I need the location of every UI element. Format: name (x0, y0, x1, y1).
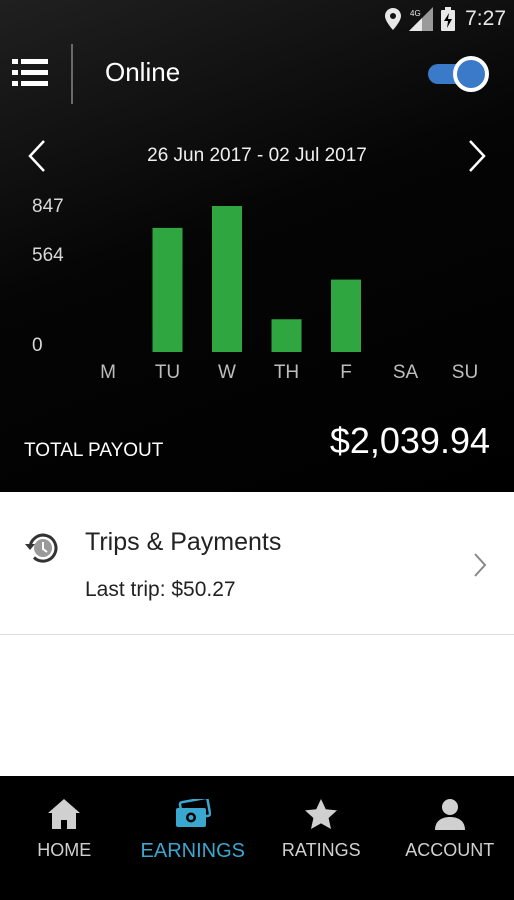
next-week-button[interactable] (460, 138, 490, 174)
header-divider (71, 44, 73, 104)
x-tick-label-sa: SA (393, 362, 419, 383)
x-tick-label-m: M (100, 362, 116, 383)
x-tick-label-w: W (218, 362, 236, 383)
bar-th (271, 319, 302, 352)
bar-f (331, 279, 361, 352)
bar-w (212, 206, 242, 352)
y-tick-label: 0 (32, 335, 43, 356)
battery-icon (441, 7, 456, 31)
y-tick-label: 847 (32, 196, 64, 217)
location-icon (385, 8, 402, 30)
nav-ratings[interactable]: RATINGS (257, 776, 386, 900)
online-status-label: Online (105, 57, 181, 87)
nav-earnings-label: EARNINGS (140, 840, 245, 862)
last-trip-amount: Last trip: $50.27 (85, 578, 236, 601)
nav-account[interactable]: ACCOUNT (386, 776, 514, 900)
network-type-label: 4G (410, 9, 421, 18)
x-tick-label-th: TH (274, 362, 299, 383)
x-tick-label-f: F (340, 362, 352, 383)
chevron-right-icon (470, 550, 490, 580)
status-bar: 4G 7:27 (385, 0, 514, 38)
menu-icon[interactable] (12, 56, 48, 90)
trips-payments-row[interactable] (0, 492, 514, 635)
nav-home[interactable]: HOME (0, 776, 129, 900)
signal-icon: 4G (409, 7, 434, 31)
trips-payments-title: Trips & Payments (85, 528, 282, 556)
home-icon (46, 796, 82, 832)
clock: 7:27 (465, 7, 506, 30)
nav-ratings-label: RATINGS (281, 840, 361, 860)
toggle-knob (453, 56, 489, 92)
nav-home-label: HOME (37, 840, 92, 860)
star-icon (303, 796, 339, 832)
earnings-bar-chart: 847 564 0 M TU W TH F SA SU (32, 196, 478, 383)
x-tick-label-tu: TU (155, 362, 180, 383)
date-range: 26 Jun 2017 - 02 Jul 2017 (147, 145, 367, 166)
total-payout-value: $2,039.94 (329, 420, 490, 461)
nav-earnings[interactable]: EARNINGS (129, 776, 258, 900)
history-icon (24, 530, 60, 571)
nav-account-label: ACCOUNT (405, 840, 495, 860)
money-icon (175, 796, 211, 832)
online-toggle[interactable] (426, 56, 490, 94)
total-payout-label: TOTAL PAYOUT (24, 440, 164, 461)
y-tick-label: 564 (32, 245, 64, 266)
person-icon (432, 796, 468, 832)
bottom-navigation: HOME EARNINGS RATINGS ACCOUNT (0, 776, 514, 900)
earnings-header-panel: 4G 7:27 Online 26 Jun 2017 - 02 Jul 2017… (0, 0, 514, 492)
bar-tu (152, 227, 183, 352)
x-tick-label-su: SU (452, 362, 478, 383)
